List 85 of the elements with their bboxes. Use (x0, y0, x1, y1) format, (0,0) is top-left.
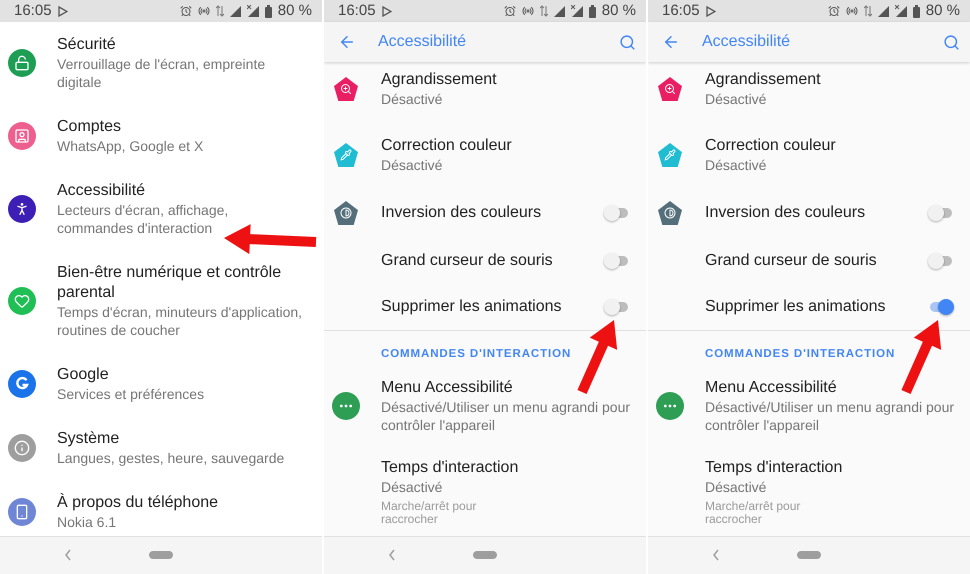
setting-summary: Désactivé (381, 156, 444, 174)
setting-title: Marche/arrêt pour raccrocher (381, 500, 478, 526)
clock: 16:05 (662, 3, 700, 19)
setting-summary: Désactivé/Utiliser un menu agrandi pour contrôler l'appareil (381, 398, 630, 434)
signal-icon (230, 6, 241, 16)
toggle-switch[interactable] (928, 299, 954, 315)
setting-title[interactable]: Menu Accessibilité (705, 378, 954, 398)
battery-level: 80 % (926, 3, 960, 19)
setting-title[interactable]: Agrandissement (381, 70, 630, 90)
setting-summary: Désactivé (381, 478, 444, 496)
data-arrows-icon (216, 5, 224, 17)
battery-level: 80 % (278, 3, 312, 19)
setting-title[interactable]: Correction couleur (381, 136, 630, 156)
setting-title[interactable]: Système (57, 429, 306, 449)
setting-summary: Désactivé (705, 90, 768, 108)
alarm-icon (180, 5, 192, 17)
back-icon[interactable] (64, 549, 72, 561)
alarm-icon (504, 5, 516, 17)
toggle-switch[interactable] (928, 253, 954, 269)
setting-title: Marche/arrêt pour raccrocher (705, 500, 802, 526)
setting-summary: Désactivé (705, 156, 768, 174)
battery-level: 80 % (602, 3, 636, 19)
back-arrow-icon[interactable] (662, 33, 680, 51)
setting-title[interactable]: Supprimer les animations (381, 297, 604, 317)
signal-off-icon (246, 5, 259, 17)
setting-summary: Verrouillage de l'écran, empreinte digitale (57, 55, 266, 91)
clock: 16:05 (338, 3, 376, 19)
setting-summary: Désactivé (705, 478, 768, 496)
setting-title[interactable]: Accessibilité (57, 181, 306, 201)
home-pill[interactable] (149, 551, 173, 559)
home-pill[interactable] (797, 551, 821, 559)
setting-summary: Services et préférences (57, 385, 206, 403)
hotspot-icon (198, 5, 210, 17)
section-header: COMMANDES D'INTERACTION (381, 347, 572, 362)
setting-title[interactable]: Inversion des couleurs (381, 203, 604, 223)
hotspot-icon (522, 5, 534, 17)
search-icon[interactable] (943, 34, 960, 50)
data-arrows-icon (864, 5, 872, 17)
setting-title[interactable]: Sécurité (57, 35, 306, 55)
play-icon (382, 6, 392, 16)
setting-title[interactable]: À propos du téléphone (57, 493, 306, 513)
setting-title[interactable]: Google (57, 365, 306, 385)
screen-title: Accessibilité (378, 33, 468, 51)
setting-title[interactable]: Temps d'interaction (381, 458, 630, 478)
setting-summary: Désactivé (381, 90, 444, 108)
data-arrows-icon (540, 5, 548, 17)
battery-icon (588, 4, 596, 18)
setting-title[interactable]: Inversion des couleurs (705, 203, 928, 223)
setting-summary: Temps d'écran, minuteurs d'application, routines de coucher (57, 303, 304, 339)
setting-summary: Langues, gestes, heure, sauvegarde (57, 449, 286, 467)
setting-summary: Désactivé/Utiliser un menu agrandi pour contrôler l'appareil (705, 398, 954, 434)
setting-summary: Lecteurs d'écran, affichage, commandes d'interaction (57, 201, 230, 237)
setting-summary: Nokia 6.1 (57, 513, 118, 531)
setting-title[interactable]: Agrandissement (705, 70, 954, 90)
setting-title[interactable]: Correction couleur (705, 136, 954, 156)
setting-title[interactable]: Menu Accessibilité (381, 378, 630, 398)
battery-icon (264, 4, 272, 18)
hotspot-icon (846, 5, 858, 17)
back-icon[interactable] (712, 549, 720, 561)
setting-title[interactable]: Grand curseur de souris (705, 251, 928, 271)
toggle-switch[interactable] (604, 253, 630, 269)
screen-title: Accessibilité (702, 33, 792, 51)
clock: 16:05 (14, 3, 52, 19)
section-header: COMMANDES D'INTERACTION (705, 347, 896, 362)
setting-summary: WhatsApp, Google et X (57, 137, 204, 155)
signal-icon (554, 6, 565, 16)
search-icon[interactable] (619, 34, 636, 50)
alarm-icon (828, 5, 840, 17)
toggle-switch[interactable] (604, 299, 630, 315)
setting-title[interactable]: Comptes (57, 117, 306, 137)
setting-title[interactable]: Bien-être numérique et contrôle parental (57, 263, 306, 303)
home-pill[interactable] (473, 551, 497, 559)
signal-icon (878, 6, 889, 16)
toggle-switch[interactable] (928, 205, 954, 221)
signal-off-icon (894, 5, 907, 17)
play-icon (58, 6, 68, 16)
setting-title[interactable]: Temps d'interaction (705, 458, 954, 478)
back-arrow-icon[interactable] (338, 33, 356, 51)
signal-off-icon (570, 5, 583, 17)
setting-title[interactable]: Supprimer les animations (705, 297, 928, 317)
play-icon (706, 6, 716, 16)
back-icon[interactable] (388, 549, 396, 561)
toggle-switch[interactable] (604, 205, 630, 221)
setting-title[interactable]: Grand curseur de souris (381, 251, 604, 271)
battery-icon (912, 4, 920, 18)
